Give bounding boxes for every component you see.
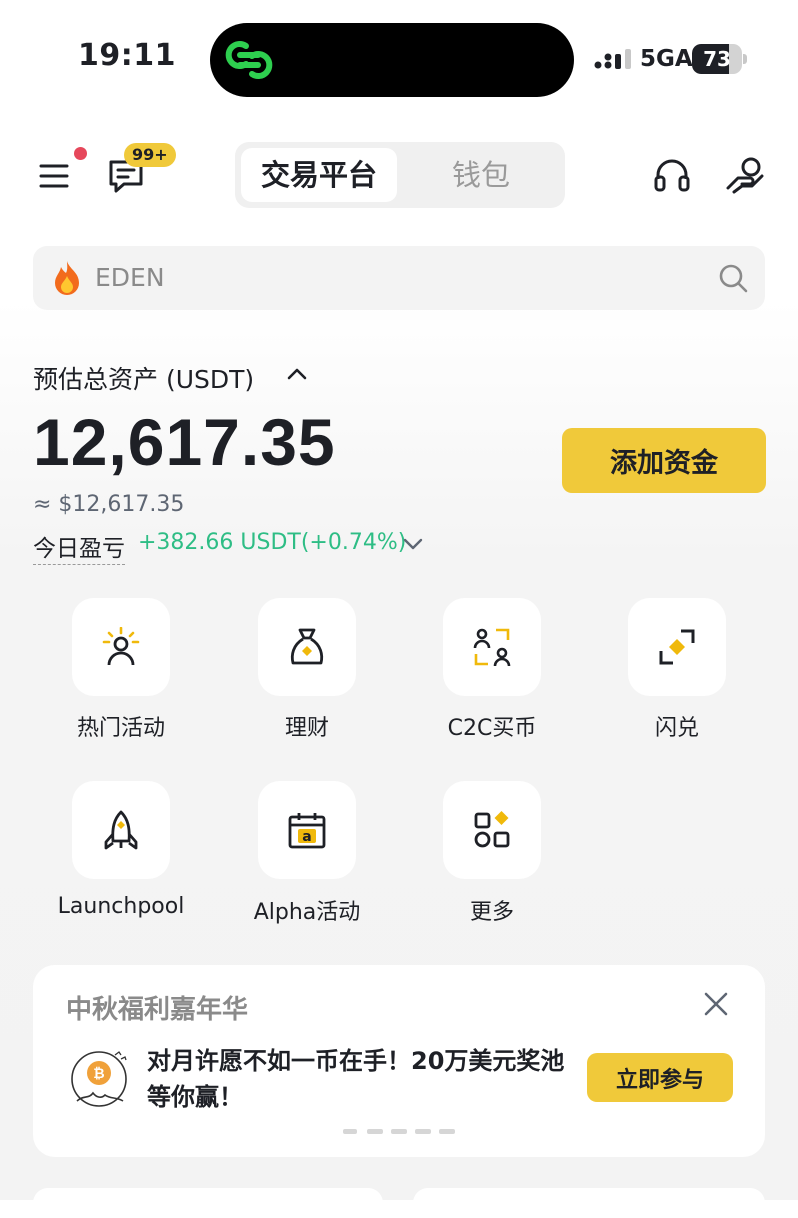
search-input[interactable]: EDEN [95, 246, 165, 310]
add-funds-button[interactable]: 添加资金 [562, 428, 766, 493]
network-type: 5GA [640, 46, 693, 72]
svg-text:a: a [302, 829, 311, 845]
c2c-users-icon [473, 628, 511, 667]
chevron-down-icon[interactable] [402, 536, 424, 552]
carousel-indicator[interactable] [343, 1129, 463, 1135]
promo-text: 对月许愿不如一币在手！20万美元奖池等你赢！ [147, 1047, 565, 1111]
shortcut-label: 理财 [284, 716, 329, 741]
money-bag-icon [290, 628, 324, 665]
shortcut-more[interactable] [443, 781, 541, 879]
search-icon[interactable] [717, 262, 749, 294]
app-link-icon [225, 41, 273, 79]
rocket-icon [104, 810, 138, 850]
next-card-right [413, 1188, 765, 1218]
total-balance: 12,617.35 [33, 405, 336, 479]
shortcut-label: Launchpool [57, 894, 185, 919]
estimated-assets-label[interactable]: 预估总资产 (USDT) [33, 360, 254, 396]
status-time: 19:11 [78, 38, 176, 73]
search-bar[interactable]: EDEN [33, 246, 765, 310]
chevron-up-icon[interactable] [286, 366, 308, 382]
calendar-alpha-icon: a [288, 813, 326, 849]
fiat-equivalent: ≈ $12,617.35 [33, 492, 185, 517]
shortcut-convert[interactable] [628, 598, 726, 696]
hot-activity-icon [102, 627, 140, 666]
shortcut-label: 更多 [469, 900, 514, 925]
moon-coin-illustration: ₿ [71, 1051, 127, 1107]
shortcut-label: 闪兑 [654, 716, 699, 741]
shortcut-earn[interactable] [258, 598, 356, 696]
tab-exchange[interactable]: 交易平台 [241, 148, 397, 202]
daily-pnl-value: +382.66 USDT(+0.74%) [138, 530, 407, 555]
cellular-signal-icon [594, 49, 631, 69]
svg-text:₿: ₿ [93, 1066, 104, 1082]
notification-dot [74, 147, 87, 160]
tab-wallet[interactable]: 钱包 [403, 148, 559, 202]
more-grid-icon [474, 811, 510, 848]
convert-icon [659, 629, 695, 665]
shortcut-label: C2C买币 [447, 716, 537, 741]
join-now-button[interactable]: 立即参与 [587, 1053, 733, 1102]
close-icon[interactable] [703, 991, 729, 1017]
headset-icon[interactable] [652, 155, 692, 195]
mode-switch: 交易平台 钱包 [235, 142, 565, 208]
daily-pnl-label[interactable]: 今日盈亏 [33, 529, 125, 565]
battery-indicator: 73 [692, 44, 747, 74]
shortcut-alpha[interactable]: a [258, 781, 356, 879]
promo-card[interactable]: 中秋福利嘉年华 ₿ 对月许愿不如一币在手！20万美元奖池等你赢！ 立即参与 [33, 965, 765, 1157]
shortcut-hot-activity[interactable] [72, 598, 170, 696]
profile-icon[interactable] [724, 152, 768, 196]
shortcut-label: Alpha活动 [253, 900, 361, 925]
message-count-badge: 99+ [124, 143, 176, 167]
next-card-left [33, 1188, 383, 1218]
shortcut-label: 热门活动 [76, 716, 165, 741]
menu-icon[interactable] [38, 160, 70, 192]
shortcut-launchpool[interactable] [72, 781, 170, 879]
shortcut-c2c[interactable] [443, 598, 541, 696]
promo-title: 中秋福利嘉年华 [66, 995, 249, 1025]
fire-icon [55, 261, 79, 295]
battery-percent: 73 [703, 47, 731, 71]
